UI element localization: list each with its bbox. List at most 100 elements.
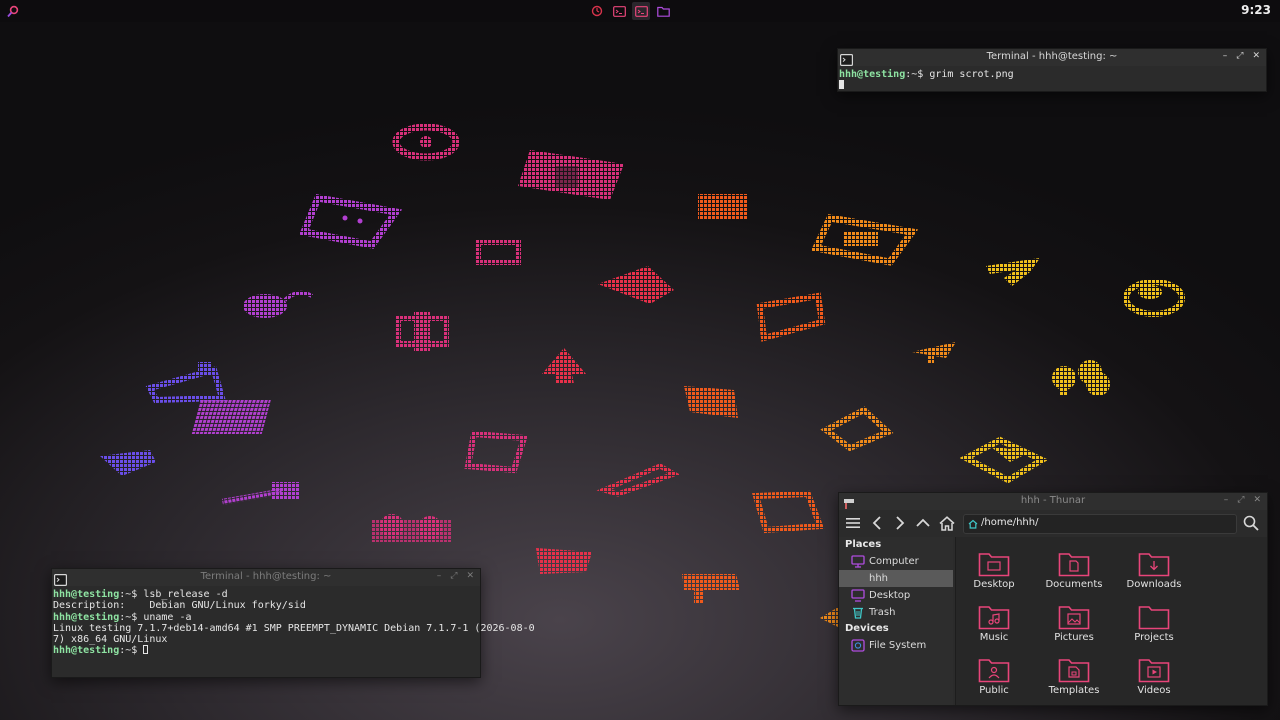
command-text: lsb_release -d xyxy=(143,589,228,600)
sidebar-item-hhh[interactable]: hhh xyxy=(839,570,953,587)
close-button[interactable]: ✕ xyxy=(1253,495,1261,505)
wallpaper-icon-dice xyxy=(752,490,825,534)
top-panel: 9:23 xyxy=(0,0,1280,22)
wallpaper-icon-bomb xyxy=(243,290,313,318)
sidebar-heading-places: Places xyxy=(845,539,882,550)
taskbar xyxy=(588,2,672,20)
terminal-window-top[interactable]: Terminal - hhh@testing: ~ – ⤢ ✕ hhh@test… xyxy=(837,48,1267,92)
folder-icon[interactable] xyxy=(654,2,672,20)
output-line: Description: Debian GNU/Linux forky/sid xyxy=(53,600,306,612)
wallpaper-icon-fish xyxy=(598,266,674,304)
folder-label: Music xyxy=(979,632,1009,643)
folder-downloads-icon xyxy=(1138,553,1170,577)
wallpaper-icon-arrow xyxy=(542,348,586,384)
minimize-button[interactable]: – xyxy=(1223,51,1228,61)
folder-desktop[interactable]: Desktop xyxy=(958,543,1030,595)
folder-projects[interactable]: Projects xyxy=(1118,596,1190,648)
folder-grid: Desktop Documents Downloads Music Pictur… xyxy=(955,537,1267,705)
folder-label: Videos xyxy=(1137,685,1171,696)
maximize-button[interactable]: ⤢ xyxy=(1236,51,1243,61)
output-line: Linux testing 7.1.7+deb14-amd64 #1 SMP P… xyxy=(53,622,535,634)
wallpaper-icon-clover xyxy=(1052,360,1110,396)
menu-icon[interactable] xyxy=(843,513,863,533)
output-line: 7) x86_64 GNU/Linux xyxy=(53,634,168,646)
folder-pictures[interactable]: Pictures xyxy=(1038,596,1110,648)
wallpaper-icon-key xyxy=(221,482,300,505)
folder-templates-icon xyxy=(1058,659,1090,683)
minimize-button[interactable]: – xyxy=(1224,495,1229,505)
sidebar-item-file-system[interactable]: File System xyxy=(839,637,953,654)
terminal-window-bottom[interactable]: Terminal - hhh@testing: ~ – ⤢ ✕ hhh@test… xyxy=(51,568,535,678)
folder-label: Downloads xyxy=(1126,579,1182,590)
sidebar-item-label: Trash xyxy=(869,607,896,618)
forward-icon[interactable] xyxy=(890,513,910,533)
wallpaper-icon-brush xyxy=(145,362,226,404)
folder-label: Projects xyxy=(1134,632,1174,643)
folder-label: Pictures xyxy=(1054,632,1094,643)
folder-documents-icon xyxy=(1058,553,1090,577)
folder-downloads[interactable]: Downloads xyxy=(1118,543,1190,595)
home-icon[interactable] xyxy=(937,513,957,533)
wallpaper-icon-shield xyxy=(100,450,156,476)
folder-public[interactable]: Public xyxy=(958,649,1030,701)
prompt-user: hhh@testing xyxy=(53,645,120,657)
sidebar-item-label: Desktop xyxy=(869,590,911,601)
drive-icon xyxy=(851,639,865,652)
minimize-button[interactable]: – xyxy=(437,571,442,581)
wallpaper-icon-lamp xyxy=(682,574,740,604)
close-button[interactable]: ✕ xyxy=(1252,51,1260,61)
window-title: Terminal - hhh@testing: ~ xyxy=(986,51,1118,62)
window-title: hhh - Thunar xyxy=(1020,495,1086,506)
folder-videos-icon xyxy=(1138,659,1170,683)
folder-videos[interactable]: Videos xyxy=(1118,649,1190,701)
desktop-icon xyxy=(851,589,865,602)
wallpaper-icon-dog xyxy=(536,548,592,574)
sidebar-item-trash[interactable]: Trash xyxy=(839,604,953,621)
wallpaper-icon-part xyxy=(820,606,840,628)
terminal-titlebar[interactable]: Terminal - hhh@testing: ~ – ⤢ ✕ xyxy=(838,49,1266,67)
wallpaper-icon-deer xyxy=(684,386,738,418)
search-icon[interactable] xyxy=(1241,513,1261,533)
folder-label: Desktop xyxy=(973,579,1015,590)
window-title: Terminal - hhh@testing: ~ xyxy=(200,571,332,582)
wallpaper-icon-reel xyxy=(372,514,452,542)
timer-icon[interactable] xyxy=(588,2,606,20)
folder-music-icon xyxy=(978,606,1010,630)
wallpaper-icon-at xyxy=(392,123,460,161)
folder-public-icon xyxy=(978,659,1010,683)
folder-projects-icon xyxy=(1138,606,1170,630)
sidebar-item-computer[interactable]: Computer xyxy=(839,553,953,570)
folder-music[interactable]: Music xyxy=(958,596,1030,648)
search-icon[interactable] xyxy=(6,4,20,18)
wallpaper-icon-hand xyxy=(698,194,748,220)
back-icon[interactable] xyxy=(867,513,887,533)
folder-documents[interactable]: Documents xyxy=(1038,543,1110,595)
sidebar-item-desktop[interactable]: Desktop xyxy=(839,587,953,604)
wallpaper-icon-cmd xyxy=(475,239,521,265)
folder-desktop-icon xyxy=(978,553,1010,577)
file-manager-titlebar[interactable]: hhh - Thunar – ⤢ ✕ xyxy=(839,493,1267,510)
terminal-output[interactable]: hhh@testing:~$ lsb_release -d Descriptio… xyxy=(52,586,535,660)
prompt-user: hhh@testing xyxy=(839,69,906,80)
terminal-icon[interactable] xyxy=(610,2,628,20)
up-icon[interactable] xyxy=(913,513,933,533)
prompt-user: hhh@testing xyxy=(53,611,120,623)
terminal-output[interactable]: hhh@testing:~$ grim scrot.png xyxy=(838,66,1266,95)
terminal-icon[interactable] xyxy=(632,2,650,20)
wallpaper-icon-tree xyxy=(912,342,956,364)
maximize-button[interactable]: ⤢ xyxy=(1237,495,1244,505)
folder-label: Documents xyxy=(1045,579,1103,590)
text-cursor xyxy=(839,80,844,90)
command-text: grim scrot.png xyxy=(929,69,1014,80)
folder-templates[interactable]: Templates xyxy=(1038,649,1110,701)
wallpaper-icon-disk xyxy=(518,150,624,200)
location-bar[interactable]: /home/hhh/ xyxy=(963,514,1237,534)
close-button[interactable]: ✕ xyxy=(466,571,474,581)
computer-icon xyxy=(851,555,865,568)
maximize-button[interactable]: ⤢ xyxy=(450,571,457,581)
terminal-titlebar[interactable]: Terminal - hhh@testing: ~ – ⤢ ✕ xyxy=(52,569,480,587)
home-icon xyxy=(851,572,865,585)
file-manager-window[interactable]: hhh - Thunar – ⤢ ✕ /home/hhh/ Places Com… xyxy=(838,492,1268,706)
prompt-path: :~$ xyxy=(905,69,930,80)
home-icon xyxy=(968,519,978,529)
